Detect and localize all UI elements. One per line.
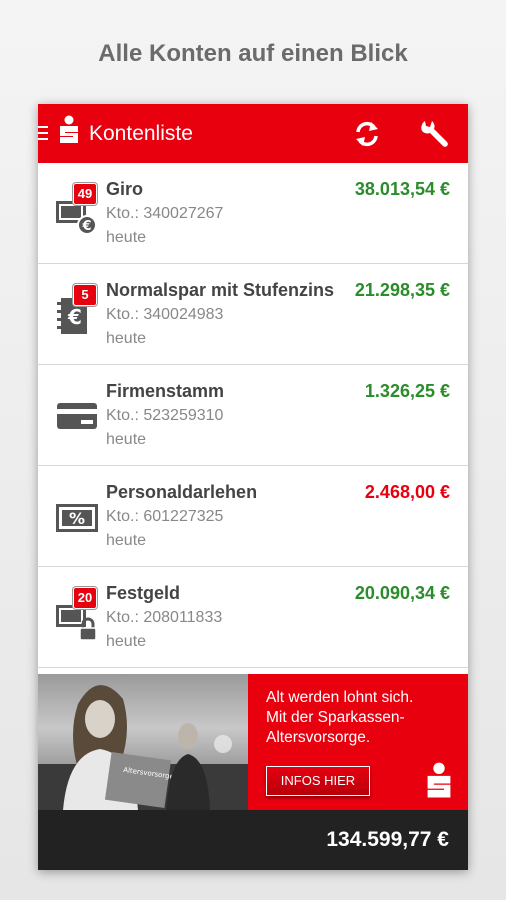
notification-badge: 5: [73, 284, 97, 306]
account-number: Kto.: 601227325: [106, 508, 224, 525]
headline: Alle Konten auf einen Blick: [98, 40, 408, 67]
account-row-normalspar[interactable]: € 5 Normalspar mit Stufenzins Kto.: 3400…: [38, 264, 468, 365]
wrench-icon[interactable]: [418, 118, 450, 150]
ad-banner[interactable]: Altersvorsorge Alt werden lohnt sich. Mi…: [38, 674, 468, 810]
sparkasse-logo-icon: [427, 762, 451, 798]
account-list: € 49 Giro Kto.: 340027267 heute 38.013,5…: [38, 163, 468, 668]
svg-text:%: %: [69, 509, 85, 528]
account-date: heute: [106, 229, 147, 246]
account-number: Kto.: 523259310: [106, 407, 224, 424]
total-balance: 134.599,77 €: [326, 828, 449, 851]
infos-hier-button[interactable]: INFOS HIER: [266, 766, 370, 796]
notification-badge: 20: [73, 587, 97, 609]
account-balance: 1.326,25 €: [364, 381, 450, 401]
svg-text:€: €: [81, 219, 91, 234]
ad-photo: Altersvorsorge: [38, 674, 248, 810]
account-row-giro[interactable]: € 49 Giro Kto.: 340027267 heute 38.013,5…: [38, 163, 468, 264]
account-date: heute: [106, 532, 147, 549]
account-date: heute: [106, 633, 147, 650]
ad-text: Alt werden lohnt sich. Mit der Sparkasse…: [266, 689, 414, 746]
account-balance: 20.090,34 €: [354, 583, 450, 603]
svg-text:€: €: [67, 305, 82, 329]
account-name: Personaldarlehen: [106, 482, 258, 502]
card-icon: [57, 403, 97, 429]
ad-panel: Alt werden lohnt sich. Mit der Sparkasse…: [248, 674, 468, 810]
account-number: Kto.: 208011833: [106, 609, 223, 626]
account-name: Giro: [106, 179, 144, 199]
account-balance: 2.468,00 €: [364, 482, 450, 502]
account-row-firmenstamm[interactable]: Firmenstamm Kto.: 523259310 heute 1.326,…: [38, 365, 468, 466]
app-bar: Kontenliste: [38, 104, 468, 163]
refresh-icon[interactable]: [353, 120, 381, 148]
account-row-personaldarlehen[interactable]: % Personaldarlehen Kto.: 601227325 heute…: [38, 466, 468, 567]
account-row-festgeld[interactable]: 20 Festgeld Kto.: 208011833 heute 20.090…: [38, 567, 468, 668]
app-title: Kontenliste: [89, 122, 193, 145]
account-name: Firmenstamm: [106, 381, 225, 401]
sparkasse-logo-icon[interactable]: [57, 115, 81, 145]
loan-percent-icon: %: [56, 504, 98, 532]
account-balance: 21.298,35 €: [354, 280, 450, 300]
ad-photo-illustration: Altersvorsorge: [38, 685, 248, 810]
total-bar: 134.599,77 €: [38, 810, 468, 870]
account-number: Kto.: 340027267: [106, 205, 224, 222]
account-name: Festgeld: [106, 583, 181, 603]
account-number: Kto.: 340024983: [106, 306, 224, 323]
account-date: heute: [106, 330, 147, 347]
notification-badge: 49: [73, 183, 97, 205]
menu-icon[interactable]: [38, 126, 48, 140]
app-window: Kontenliste € 49 Giro Kto.: 340027267 he…: [38, 104, 468, 870]
account-name: Normalspar mit Stufenzins: [106, 280, 335, 300]
account-balance: 38.013,54 €: [354, 179, 450, 199]
account-date: heute: [106, 431, 147, 448]
